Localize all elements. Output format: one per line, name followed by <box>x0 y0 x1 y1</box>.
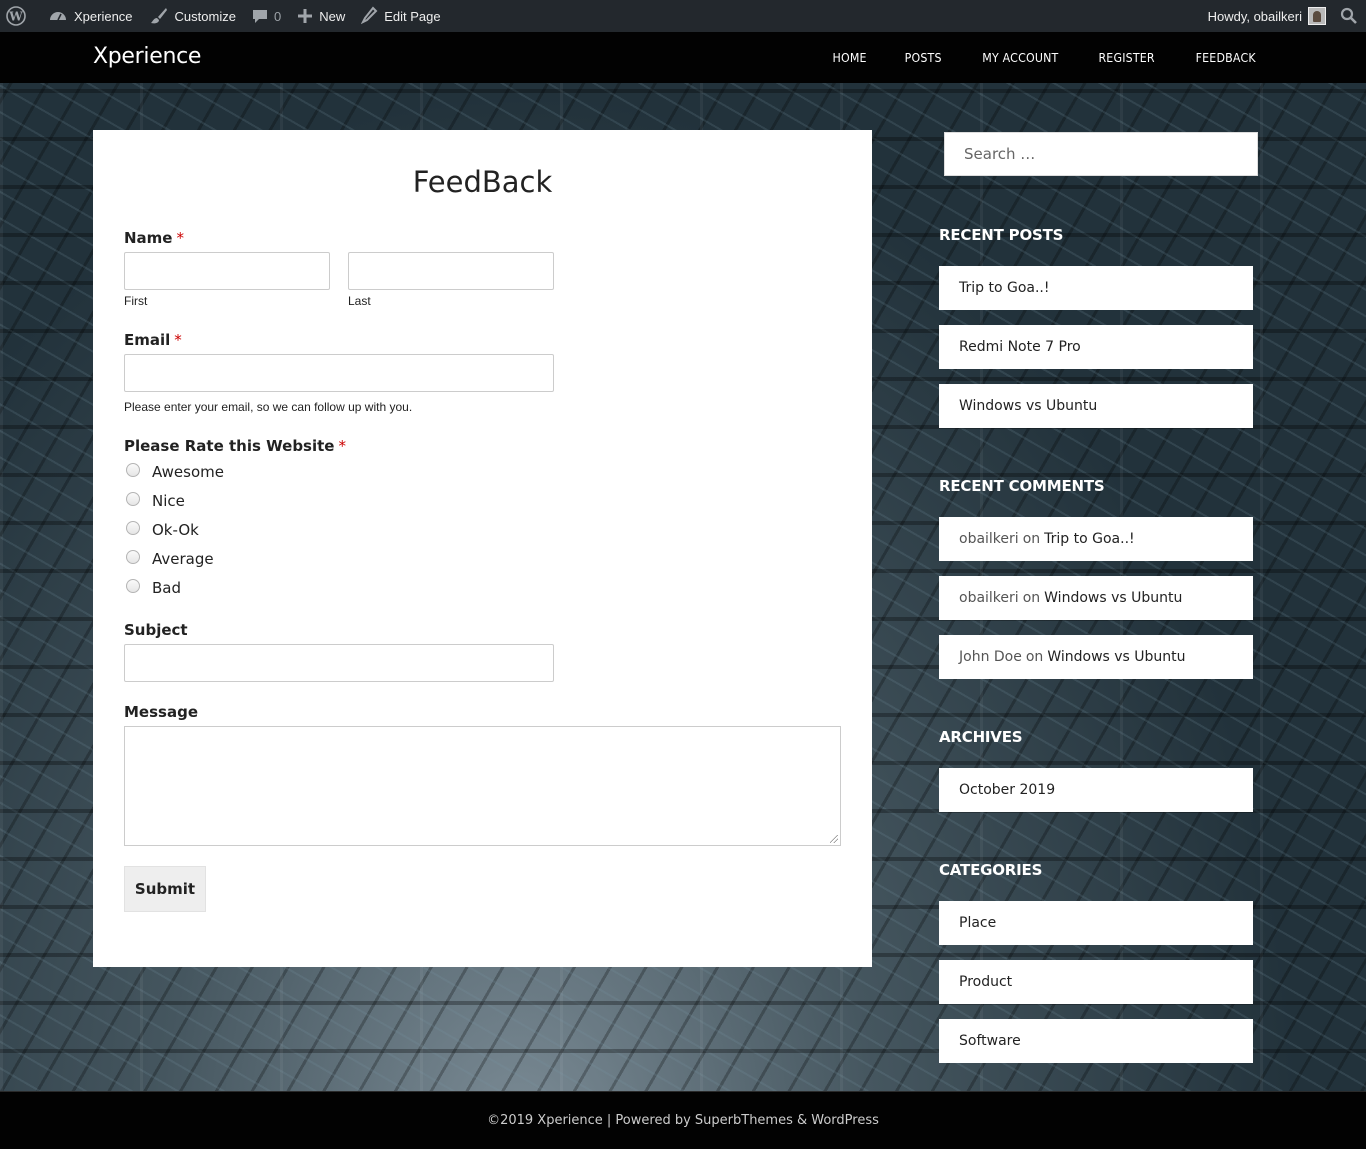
site-name-button[interactable]: Xperience <box>40 0 141 32</box>
radio-button[interactable] <box>126 521 140 535</box>
radio-button[interactable] <box>126 579 140 593</box>
subject-label: Subject <box>124 621 188 639</box>
last-name-input[interactable] <box>348 252 554 290</box>
comment-on: on <box>1022 531 1041 547</box>
name-label-text: Name <box>124 229 173 247</box>
feedback-form-card: FeedBack Name * First Last Email * Please … <box>93 130 872 967</box>
customize-label: Customize <box>174 8 236 24</box>
rating-option-average[interactable]: Average <box>126 549 214 569</box>
wordpress-logo-button[interactable]: W <box>0 0 40 32</box>
footer-credits: ©2019 Xperience | Powered by SuperbTheme… <box>487 1113 879 1128</box>
radio-label: Average <box>152 550 214 568</box>
edit-page-label: Edit Page <box>384 8 441 24</box>
nav-feedback[interactable]: FEEDBACK <box>1195 51 1255 65</box>
first-name-sublabel: First <box>124 294 148 308</box>
admin-search-button[interactable] <box>1338 0 1366 32</box>
nav-posts[interactable]: POSTS <box>905 51 942 65</box>
paintbrush-icon <box>149 6 169 26</box>
required-mark: * <box>174 331 182 349</box>
comment-icon <box>252 6 268 26</box>
recent-post-link[interactable]: Windows vs Ubuntu <box>939 384 1253 428</box>
rating-option-nice[interactable]: Nice <box>126 491 185 511</box>
comment-post-link[interactable]: Windows vs Ubuntu <box>1047 649 1185 665</box>
search-input[interactable]: Search … <box>944 132 1258 176</box>
admin-bar: W Xperience Customize 0 New Edit Page Ho… <box>0 0 1366 32</box>
comment-author: John Doe <box>959 649 1022 665</box>
pencil-icon <box>360 6 378 26</box>
rating-label-text: Please Rate this Website <box>124 437 335 455</box>
edit-page-button[interactable]: Edit Page <box>353 0 448 32</box>
email-label-text: Email <box>124 331 171 349</box>
archives-title: ARCHIVES <box>939 728 1023 746</box>
categories-title: CATEGORIES <box>939 861 1043 879</box>
svg-text:W: W <box>8 10 23 24</box>
category-link[interactable]: Product <box>939 960 1253 1004</box>
site-name-label: Xperience <box>74 8 133 24</box>
recent-comment: obailkeri on Trip to Goa..! <box>939 517 1253 561</box>
radio-button[interactable] <box>126 550 140 564</box>
site-footer: ©2019 Xperience | Powered by SuperbTheme… <box>0 1091 1366 1149</box>
category-link[interactable]: Place <box>939 901 1253 945</box>
page-title: FeedBack <box>412 165 553 199</box>
nav-my-account[interactable]: MY ACCOUNT <box>982 51 1058 65</box>
comment-author: obailkeri <box>959 531 1019 547</box>
email-input[interactable] <box>124 354 554 392</box>
category-link[interactable]: Software <box>939 1019 1253 1063</box>
main-navigation: HOME POSTS MY ACCOUNT REGISTER FEEDBACK <box>796 32 1258 83</box>
avatar <box>1308 7 1326 25</box>
first-name-input[interactable] <box>124 252 330 290</box>
recent-comment: John Doe on Windows vs Ubuntu <box>939 635 1253 679</box>
new-content-button[interactable]: New <box>289 0 353 32</box>
recent-comments-title: RECENT COMMENTS <box>939 477 1105 495</box>
new-label: New <box>319 8 346 24</box>
nav-home[interactable]: HOME <box>833 51 867 65</box>
name-label: Name * <box>124 229 184 247</box>
site-header: Xperience HOME POSTS MY ACCOUNT REGISTER… <box>0 32 1366 83</box>
required-mark: * <box>338 437 346 455</box>
radio-label: Bad <box>152 579 182 597</box>
message-label: Message <box>124 703 198 721</box>
comments-count: 0 <box>273 8 282 24</box>
howdy-label: Howdy, obailkeri <box>1207 8 1302 24</box>
comment-author: obailkeri <box>959 590 1019 606</box>
recent-post-link[interactable]: Redmi Note 7 Pro <box>939 325 1253 369</box>
message-textarea[interactable] <box>124 726 841 846</box>
comment-on: on <box>1022 590 1041 606</box>
email-label: Email * <box>124 331 182 349</box>
rating-option-awesome[interactable]: Awesome <box>126 462 224 482</box>
dashboard-icon <box>48 6 68 26</box>
required-mark: * <box>176 229 184 247</box>
subject-input[interactable] <box>124 644 554 682</box>
search-icon <box>1340 7 1358 25</box>
last-name-sublabel: Last <box>348 294 371 308</box>
rating-label: Please Rate this Website * <box>124 437 346 455</box>
radio-label: Awesome <box>152 463 224 481</box>
user-account-menu[interactable]: Howdy, obailkeri <box>1200 0 1338 32</box>
recent-posts-title: RECENT POSTS <box>939 226 1064 244</box>
archive-link[interactable]: October 2019 <box>939 768 1253 812</box>
rating-option-ok-ok[interactable]: Ok-Ok <box>126 520 199 540</box>
comment-on: on <box>1025 649 1044 665</box>
customize-button[interactable]: Customize <box>141 0 244 32</box>
wordpress-icon: W <box>6 6 26 26</box>
rating-option-bad[interactable]: Bad <box>126 578 181 598</box>
email-description: Please enter your email, so we can follo… <box>124 400 413 414</box>
radio-label: Ok-Ok <box>152 521 199 539</box>
site-title-link[interactable]: Xperience <box>93 44 201 69</box>
comment-post-link[interactable]: Trip to Goa..! <box>1044 531 1135 547</box>
radio-label: Nice <box>152 492 185 510</box>
recent-comment: obailkeri on Windows vs Ubuntu <box>939 576 1253 620</box>
comment-post-link[interactable]: Windows vs Ubuntu <box>1044 590 1182 606</box>
recent-post-link[interactable]: Trip to Goa..! <box>939 266 1253 310</box>
plus-icon <box>297 6 313 26</box>
radio-button[interactable] <box>126 492 140 506</box>
radio-button[interactable] <box>126 463 140 477</box>
nav-register[interactable]: REGISTER <box>1099 51 1155 65</box>
comments-button[interactable]: 0 <box>244 0 289 32</box>
submit-button[interactable]: Submit <box>124 866 206 912</box>
